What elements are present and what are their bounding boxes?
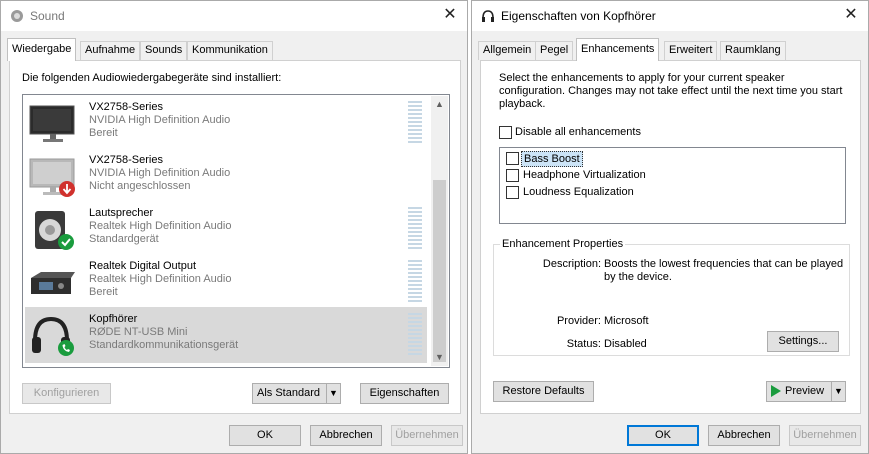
device-list[interactable]: VX2758-Series NVIDIA High Definition Aud… xyxy=(22,94,450,368)
scroll-up-icon[interactable]: ▲ xyxy=(431,96,448,113)
list-item[interactable]: Lautsprecher Realtek High Definition Aud… xyxy=(25,201,427,254)
level-meter xyxy=(408,207,422,249)
close-icon[interactable]: ✕ xyxy=(842,6,860,24)
device-driver: RØDE NT-USB Mini xyxy=(89,326,188,338)
sound-window: Sound ✕ Wiedergabe Aufnahme Sounds Kommu… xyxy=(0,0,468,454)
cancel-button[interactable]: Abbrechen xyxy=(310,425,382,446)
list-item[interactable]: Realtek Digital Output Realtek High Defi… xyxy=(25,254,427,307)
level-meter xyxy=(408,313,422,355)
properties-titlebar: Eigenschaften von Kopfhörer ✕ xyxy=(472,1,868,31)
playback-panel: Die folgenden Audiowiedergabegeräte sind… xyxy=(9,60,461,414)
apply-button[interactable]: Übernehmen xyxy=(789,425,861,446)
device-name: VX2758-Series xyxy=(89,101,163,113)
monitor-icon xyxy=(29,105,75,142)
loudness-equalization-label[interactable]: Loudness Equalization xyxy=(523,186,634,198)
headphones-small-icon xyxy=(482,10,494,22)
chevron-down-icon[interactable]: ▼ xyxy=(831,382,845,401)
level-meter xyxy=(408,260,422,302)
scroll-thumb[interactable] xyxy=(433,180,446,362)
enhancements-intro: Select the enhancements to apply for you… xyxy=(499,72,843,110)
provider-value: Microsoft xyxy=(604,315,649,327)
list-item[interactable]: VX2758-Series NVIDIA High Definition Aud… xyxy=(25,148,427,201)
settings-button[interactable]: Settings... xyxy=(767,331,839,352)
enhancement-properties-group: Enhancement Properties Description: Boos… xyxy=(493,238,850,356)
status-value: Disabled xyxy=(604,338,647,350)
enhancements-panel: Select the enhancements to apply for you… xyxy=(480,60,861,414)
device-status: Nicht angeschlossen xyxy=(89,180,191,192)
headphone-virtualization-checkbox[interactable] xyxy=(506,169,519,182)
restore-defaults-button[interactable]: Restore Defaults xyxy=(493,381,594,402)
apply-button[interactable]: Übernehmen xyxy=(391,425,463,446)
tab-sounds[interactable]: Sounds xyxy=(140,41,188,60)
preview-button[interactable]: Preview ▼ xyxy=(766,381,846,402)
properties-window: Eigenschaften von Kopfhörer ✕ Allgemein … xyxy=(471,0,869,454)
device-name: VX2758-Series xyxy=(89,154,163,166)
set-default-label: Als Standard xyxy=(257,387,320,399)
tab-pegel[interactable]: Pegel xyxy=(535,41,574,60)
play-icon xyxy=(771,385,781,397)
chevron-down-icon[interactable]: ▼ xyxy=(326,384,340,403)
device-name: Lautsprecher xyxy=(89,207,154,219)
properties-window-title: Eigenschaften von Kopfhörer xyxy=(501,9,656,23)
device-driver: NVIDIA High Definition Audio xyxy=(89,114,231,126)
enhancements-list[interactable]: Bass Boost Headphone Virtualization Loud… xyxy=(499,147,846,224)
provider-label: Provider: xyxy=(556,315,601,327)
status-label: Status: xyxy=(566,338,601,350)
tab-raumklang[interactable]: Raumklang xyxy=(720,41,786,60)
tab-enhancements[interactable]: Enhancements xyxy=(576,38,660,61)
preview-label: Preview xyxy=(785,385,825,397)
ok-button[interactable]: OK xyxy=(229,425,301,446)
level-meter xyxy=(408,101,422,143)
tab-wiedergabe[interactable]: Wiedergabe xyxy=(7,38,77,61)
list-item[interactable]: Kopfhörer RØDE NT-USB Mini Standardkommu… xyxy=(25,307,427,363)
device-list-scrollbar[interactable]: ▲ ▼ xyxy=(431,96,448,366)
bass-boost-label[interactable]: Bass Boost xyxy=(521,151,583,167)
digital-output-icon xyxy=(31,272,75,294)
device-name: Kopfhörer xyxy=(89,313,138,325)
disable-all-checkbox[interactable] xyxy=(499,126,512,139)
tab-allgemein[interactable]: Allgemein xyxy=(478,41,537,60)
speaker-icon xyxy=(35,211,74,250)
close-icon[interactable]: ✕ xyxy=(441,6,459,24)
scroll-down-icon[interactable]: ▼ xyxy=(431,349,448,366)
group-title: Enhancement Properties xyxy=(500,238,626,250)
monitor-disconnected-icon xyxy=(29,158,75,197)
headphones-icon xyxy=(32,316,74,356)
device-status: Bereit xyxy=(89,286,118,298)
description-label: Description: xyxy=(542,258,601,270)
device-driver: Realtek High Definition Audio xyxy=(89,220,232,232)
device-name: Realtek Digital Output xyxy=(89,260,196,272)
configure-button[interactable]: Konfigurieren xyxy=(22,383,111,404)
tab-aufnahme[interactable]: Aufnahme xyxy=(80,41,141,60)
sound-window-title: Sound xyxy=(30,9,65,23)
description-value: Boosts the lowest frequencies that can b… xyxy=(604,258,844,283)
tab-erweitert[interactable]: Erweitert xyxy=(664,41,718,60)
cancel-button[interactable]: Abbrechen xyxy=(708,425,780,446)
device-status: Bereit xyxy=(89,127,118,139)
tab-kommunikation[interactable]: Kommunikation xyxy=(187,41,273,60)
device-status: Standardkommunikationsgerät xyxy=(89,339,239,351)
disable-all-label: Disable all enhancements xyxy=(515,126,641,138)
properties-button[interactable]: Eigenschaften xyxy=(360,383,449,404)
list-item[interactable]: VX2758-Series NVIDIA High Definition Aud… xyxy=(25,95,427,148)
device-driver: Realtek High Definition Audio xyxy=(89,273,232,285)
ok-button[interactable]: OK xyxy=(627,425,699,446)
device-driver: NVIDIA High Definition Audio xyxy=(89,167,231,179)
bass-boost-checkbox[interactable] xyxy=(506,152,519,165)
device-status: Standardgerät xyxy=(89,233,159,245)
loudness-equalization-checkbox[interactable] xyxy=(506,186,519,199)
set-default-button[interactable]: Als Standard ▼ xyxy=(252,383,341,404)
sound-app-icon xyxy=(11,10,23,22)
headphone-virtualization-label[interactable]: Headphone Virtualization xyxy=(523,169,646,181)
sound-titlebar: Sound ✕ xyxy=(1,1,467,31)
playback-instruction: Die folgenden Audiowiedergabegeräte sind… xyxy=(22,72,282,84)
